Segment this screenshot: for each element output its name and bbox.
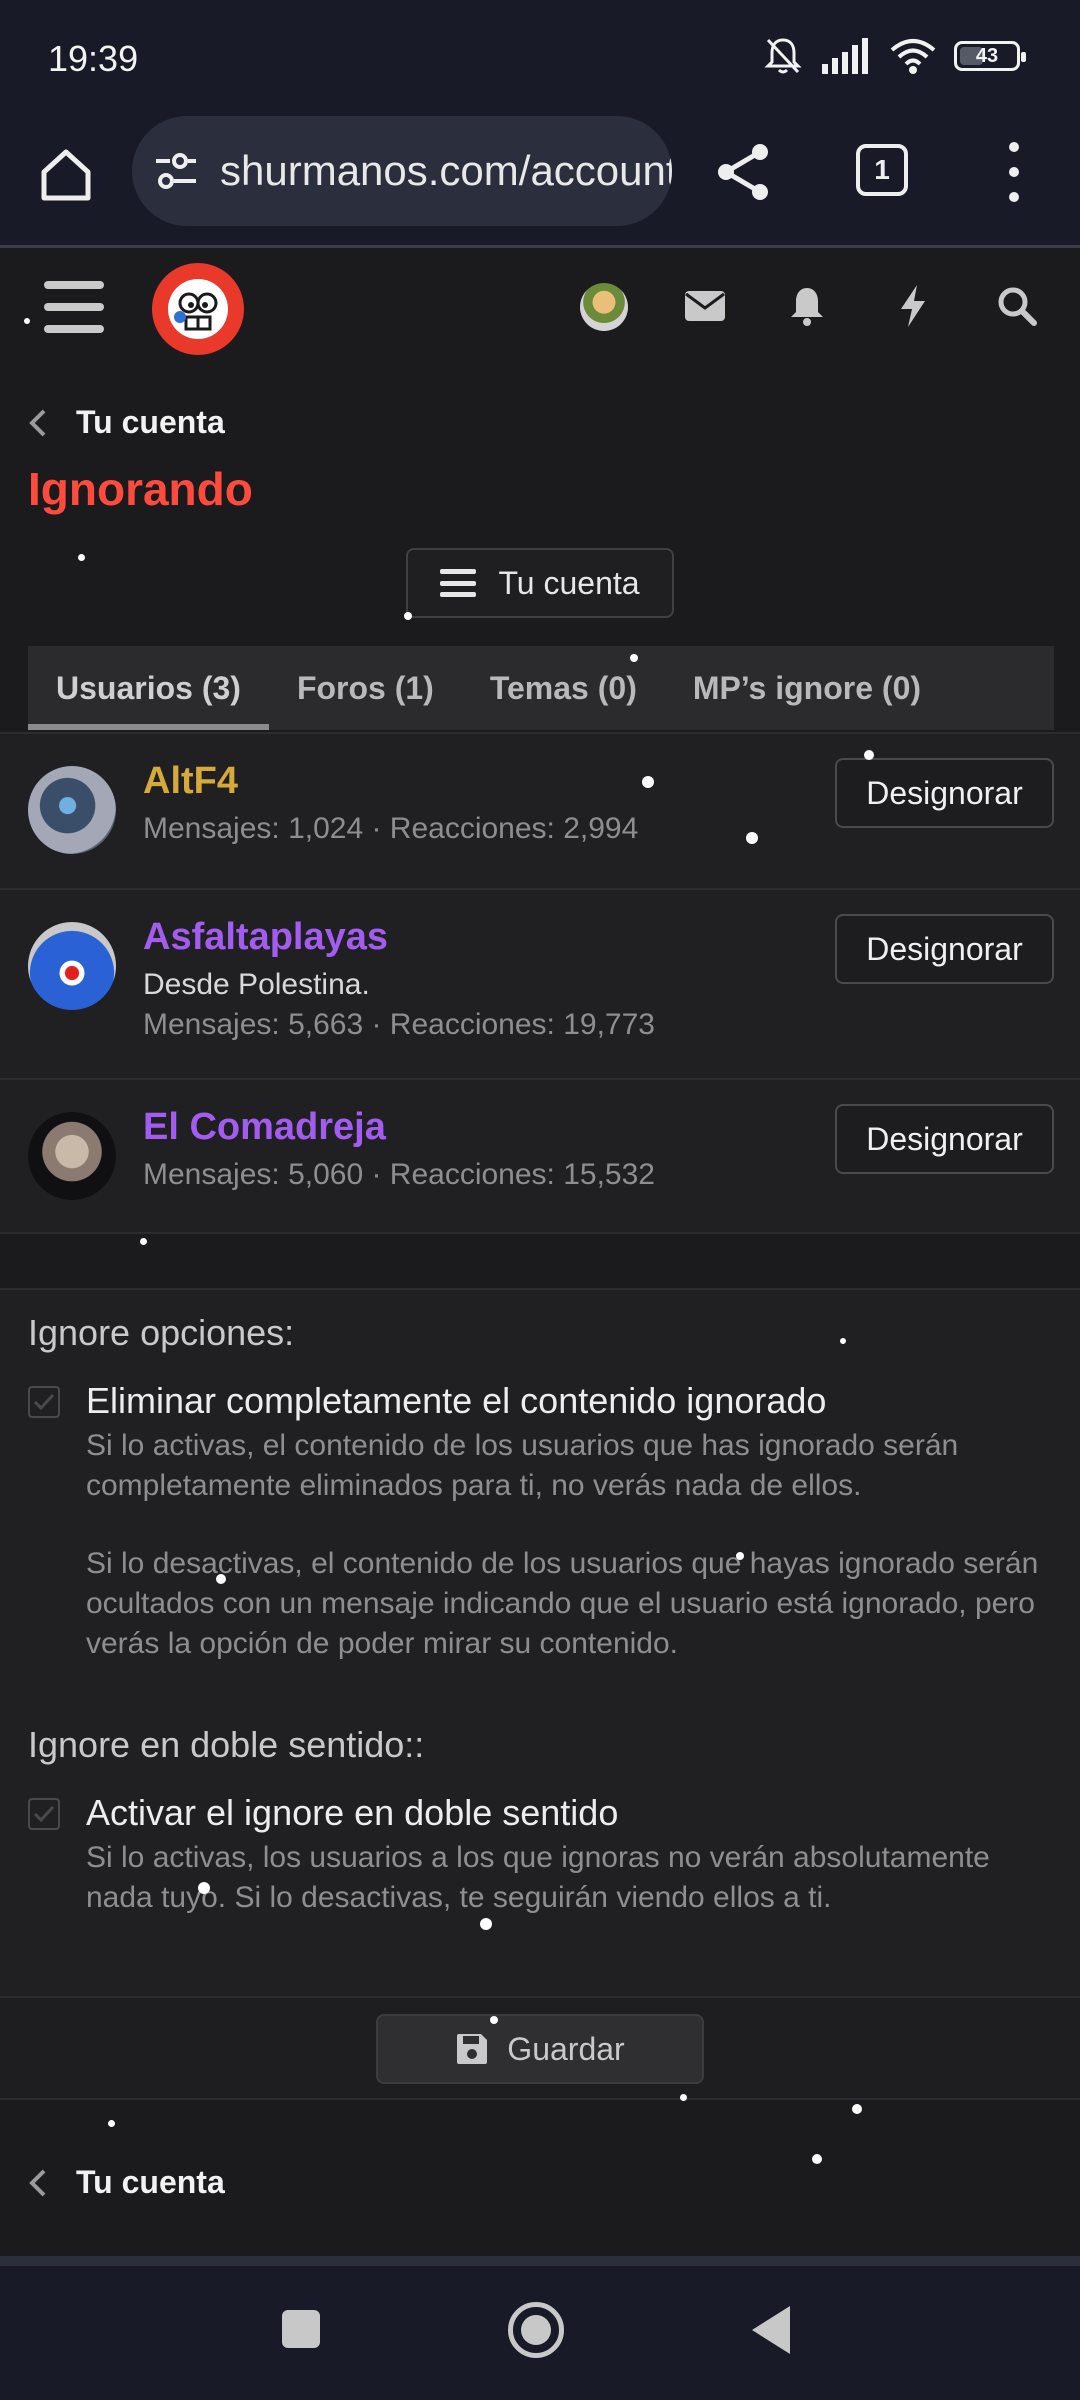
tab-mps-ignore[interactable]: MP’s ignore (0)	[665, 646, 949, 730]
overlay-dot	[108, 2120, 115, 2127]
overlay-dot	[630, 654, 638, 662]
overlay-dot	[812, 2154, 822, 2164]
address-bar[interactable]: shurmanos.com/account/ignored	[132, 116, 672, 226]
remove-content-desc-1: Si lo activas, el contenido de los usuar…	[86, 1429, 959, 1502]
user-name[interactable]: El Comadreja	[143, 1106, 386, 1149]
browser-menu-icon[interactable]	[996, 142, 1032, 202]
overlay-dot	[642, 776, 654, 788]
tab-foros[interactable]: Foros (1)	[269, 646, 462, 730]
save-button[interactable]: Guardar	[376, 2014, 704, 2084]
lightning-icon[interactable]	[888, 281, 938, 331]
remove-content-checkbox[interactable]	[28, 1386, 60, 1418]
overlay-dot	[864, 750, 874, 760]
overlay-dot	[78, 554, 85, 561]
overlay-dot	[680, 2094, 687, 2101]
double-ignore-label[interactable]: Activar el ignore en doble sentido	[86, 1792, 618, 1834]
user-stats: Mensajes: 1,024 · Reacciones: 2,994	[143, 812, 639, 845]
ignore-options-panel: Ignore opciones: Eliminar completamente …	[0, 1288, 1080, 1996]
overlay-dot	[480, 1918, 492, 1930]
logo-face-icon	[168, 279, 228, 339]
tab-usuarios[interactable]: Usuarios (3)	[28, 646, 269, 730]
overlay-dot	[24, 318, 30, 324]
overlay-dot	[140, 1238, 147, 1245]
account-menu-button[interactable]: Tu cuenta	[406, 548, 674, 618]
home-circle-icon[interactable]	[508, 2302, 564, 2358]
overlay-dot	[746, 832, 758, 844]
user-avatar[interactable]	[580, 283, 628, 331]
search-icon[interactable]	[992, 281, 1042, 331]
site-logo[interactable]	[152, 263, 244, 355]
breadcrumb[interactable]: Tu cuenta	[28, 404, 225, 441]
browser-toolbar: shurmanos.com/account/ignored 1	[0, 112, 1080, 248]
chevron-left-icon	[29, 409, 46, 436]
page-bottom-strip	[0, 2256, 1080, 2266]
list-item: AltF4 Mensajes: 1,024 · Reacciones: 2,99…	[0, 732, 1080, 888]
account-menu-label: Tu cuenta	[498, 564, 640, 601]
tab-count: 1	[874, 154, 890, 185]
share-icon[interactable]	[712, 140, 776, 204]
breadcrumb-label: Tu cuenta	[76, 404, 225, 440]
floppy-disk-icon	[457, 2034, 488, 2064]
unignore-button[interactable]: Designorar	[835, 914, 1054, 984]
home-icon[interactable]	[36, 144, 96, 204]
checkmark-icon	[33, 1805, 55, 1823]
remove-content-desc-2: Si lo desactivas, el contenido de los us…	[86, 1547, 1039, 1660]
system-navigation-bar	[0, 2266, 1080, 2400]
page-title: Ignorando	[28, 463, 253, 515]
double-ignore-heading: Ignore en doble sentido::	[28, 1724, 425, 1765]
double-ignore-checkbox[interactable]	[28, 1798, 60, 1830]
recents-icon[interactable]	[282, 2310, 320, 2348]
signal-icon	[822, 38, 868, 74]
wifi-icon	[890, 39, 936, 74]
overlay-dot	[404, 612, 412, 620]
avatar[interactable]	[28, 922, 116, 1010]
footer-breadcrumb[interactable]: Tu cuenta	[28, 2164, 225, 2201]
ignore-tabs: Usuarios (3) Foros (1) Temas (0) MP’s ig…	[28, 646, 1054, 730]
status-time: 19:39	[48, 38, 139, 79]
hamburger-menu-icon[interactable]	[44, 281, 104, 333]
user-name[interactable]: AltF4	[143, 760, 238, 803]
site-settings-icon[interactable]	[154, 151, 198, 191]
overlay-dot	[490, 2016, 498, 2024]
remove-content-label[interactable]: Eliminar completamente el contenido igno…	[86, 1380, 826, 1422]
site-header	[0, 251, 1080, 371]
overlay-dot	[198, 1882, 210, 1894]
checkmark-icon	[33, 1393, 55, 1411]
url-text: shurmanos.com/account/ignored	[220, 147, 672, 194]
footer-breadcrumb-label: Tu cuenta	[76, 2164, 225, 2200]
overlay-dot	[852, 2104, 862, 2114]
overlay-dot	[840, 1338, 846, 1344]
avatar[interactable]	[28, 1112, 116, 1200]
save-label: Guardar	[507, 2030, 625, 2067]
battery-indicator: 43	[954, 41, 1026, 71]
chevron-left-icon	[29, 2169, 46, 2196]
list-item: Asfaltaplayas Desde Polestina. Mensajes:…	[0, 888, 1080, 1078]
tab-switcher-button[interactable]: 1	[856, 144, 908, 196]
status-bar: 19:39 43	[0, 0, 1080, 112]
bell-muted-icon	[764, 38, 802, 74]
user-stats: Mensajes: 5,663 · Reacciones: 19,773	[143, 1008, 655, 1041]
avatar[interactable]	[28, 766, 116, 854]
list-item: El Comadreja Mensajes: 5,060 · Reaccione…	[0, 1078, 1080, 1234]
unignore-button[interactable]: Designorar	[835, 758, 1054, 828]
double-ignore-desc: Si lo activas, los usuarios a los que ig…	[86, 1841, 990, 1914]
user-name[interactable]: Asfaltaplayas	[143, 916, 388, 959]
bell-icon[interactable]	[782, 281, 832, 331]
back-triangle-icon[interactable]	[752, 2306, 790, 2354]
user-tagline: Desde Polestina.	[143, 968, 370, 1001]
list-menu-icon	[440, 569, 477, 597]
unignore-button[interactable]: Designorar	[835, 1104, 1054, 1174]
status-icons: 43	[764, 36, 1026, 76]
user-stats: Mensajes: 5,060 · Reacciones: 15,532	[143, 1158, 655, 1191]
ignored-users-list: AltF4 Mensajes: 1,024 · Reacciones: 2,99…	[0, 732, 1080, 1234]
overlay-dot	[736, 1552, 744, 1560]
form-submit-row: Guardar	[0, 1996, 1080, 2100]
envelope-icon[interactable]	[680, 281, 730, 331]
ignore-options-heading: Ignore opciones:	[28, 1312, 295, 1353]
overlay-dot	[216, 1574, 226, 1584]
battery-level: 43	[975, 44, 999, 67]
